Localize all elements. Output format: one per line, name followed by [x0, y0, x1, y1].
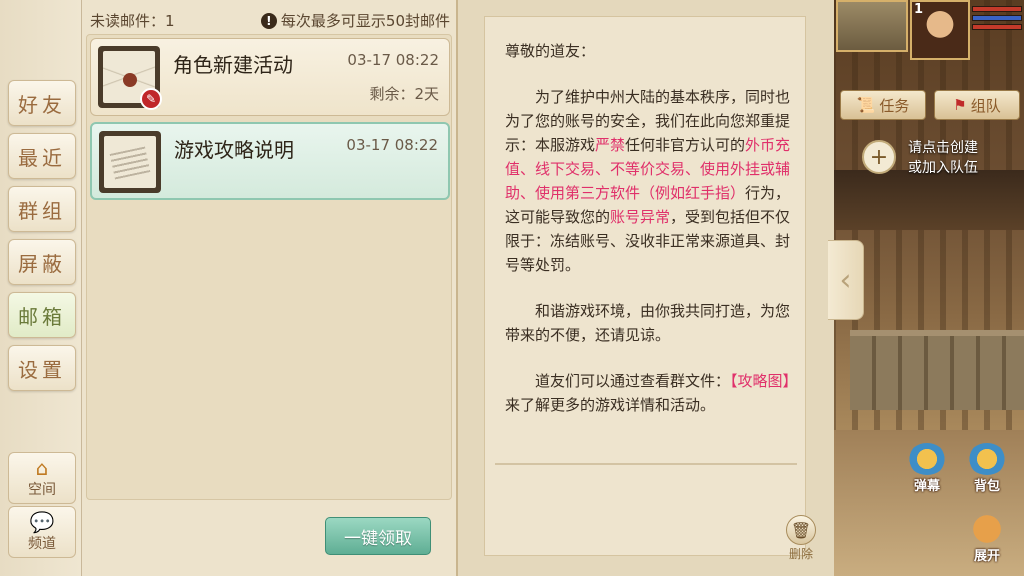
mail-item-role-event[interactable]: ✎ 角色新建活动 03-17 08:22 剩余：2天 [90, 38, 450, 116]
task-label: 任务 [879, 96, 910, 115]
channel-button[interactable]: 💬 频道 [8, 506, 76, 558]
stone-wall [850, 330, 1024, 410]
tab-settings[interactable]: 设置 [8, 345, 76, 391]
space-label: 空间 [28, 482, 56, 498]
mail-content-panel: 尊敬的道友： 为了维护中州大陆的基本秩序，同时也为了您的账号的安全，我们在此向您… [456, 0, 834, 576]
expand-icon [968, 513, 1006, 545]
letter-text: 尊敬的道友： 为了维护中州大陆的基本秩序，同时也为了您的账号的安全，我们在此向您… [505, 39, 799, 439]
warning-icon: ! [260, 12, 277, 29]
tab-mailbox[interactable]: 邮箱 [8, 292, 76, 338]
chevron-left-icon: ‹ [839, 262, 852, 298]
danmaku-label: 弹幕 [913, 479, 940, 494]
backpack-label: 背包 [973, 479, 1000, 494]
mail-remaining: 剩余：2天 [369, 85, 439, 103]
letter-paragraph-2: 和谐游戏环境，由你我共同打造，为您带来的不便，还请见谅。 [505, 302, 791, 344]
danmaku-button[interactable]: 弹幕 [902, 438, 952, 494]
mail-limit-notice: ! 每次最多可显示50封邮件 [260, 10, 450, 31]
tab-friends[interactable]: 好友 [8, 80, 76, 126]
danmaku-icon [908, 443, 946, 475]
mail-list[interactable]: ✎ 角色新建活动 03-17 08:22 剩余：2天 游戏攻略说明 03-17 … [86, 34, 452, 500]
letter-paragraph-1: 为了维护中州大陆的基本秩序，同时也为了您的账号的安全，我们在此向您郑重提示：本服… [505, 88, 791, 274]
flag-icon: ⚑ [953, 96, 967, 114]
mail-time: 03-17 08:22 [346, 136, 438, 154]
task-button[interactable]: 📜 任务 [840, 90, 926, 120]
mail-time: 03-17 08:22 [347, 51, 439, 69]
mail-limit-text: 每次最多可显示50封邮件 [280, 12, 450, 30]
collapse-panel-button[interactable]: ‹ [828, 240, 864, 320]
mail-list-panel: 未读邮件：1 ! 每次最多可显示50封邮件 ✎ 角色新建活动 03-17 08:… [82, 0, 456, 576]
unread-count: 未读邮件：1 [90, 12, 175, 30]
envelope-icon: ✎ [98, 46, 162, 110]
attachment-icon: ✎ [140, 88, 162, 110]
mail-item-guide[interactable]: 游戏攻略说明 03-17 08:22 [90, 122, 450, 200]
trash-icon: 🗑 [786, 515, 816, 545]
delete-button[interactable]: 🗑 删除 [783, 515, 819, 563]
backpack-icon [968, 443, 1006, 475]
house-icon: ⌂ [35, 456, 49, 480]
chat-bubble-icon: 💬 [29, 510, 55, 534]
letter-paragraph-3: 道友们可以通过查看群文件：【攻略图】来了解更多的游戏详情和活动。 [505, 372, 798, 414]
letter-greeting: 尊敬的道友： [505, 42, 596, 60]
expand-label: 展开 [973, 549, 1000, 564]
tab-blocked[interactable]: 屏蔽 [8, 239, 76, 285]
expand-button[interactable]: 展开 [962, 508, 1012, 564]
mail-title: 角色新建活动 [173, 53, 293, 77]
create-team-plus-button[interactable]: + [862, 140, 896, 174]
team-button[interactable]: ⚑ 组队 [934, 90, 1020, 120]
team-label: 组队 [970, 96, 1001, 115]
channel-label: 频道 [28, 536, 56, 552]
social-tab-column: 好友 最近 群组 屏蔽 邮箱 设置 ⌂ 空间 💬 频道 [0, 0, 82, 576]
mail-header: 未读邮件：1 ! 每次最多可显示50封邮件 [90, 10, 456, 32]
open-letter-icon [99, 131, 161, 193]
tab-recent[interactable]: 最近 [8, 133, 76, 179]
player-level: 1 [914, 2, 924, 17]
team-hint-line2: 或加入队伍 [908, 160, 978, 176]
tab-groups[interactable]: 群组 [8, 186, 76, 232]
backpack-button[interactable]: 背包 [962, 438, 1012, 494]
scroll-icon: 📜 [856, 96, 876, 114]
delete-label: 删除 [788, 547, 813, 561]
space-button[interactable]: ⌂ 空间 [8, 452, 76, 504]
hud-top-panel[interactable] [836, 0, 908, 52]
guide-link[interactable]: 【攻略图】 [730, 372, 798, 390]
team-hint: 请点击创建 或加入队伍 [908, 138, 978, 178]
content-divider [495, 463, 797, 465]
team-hint-line1: 请点击创建 [908, 140, 978, 156]
claim-all-button[interactable]: 一键领取 [325, 517, 431, 555]
mail-body[interactable]: 尊敬的道友： 为了维护中州大陆的基本秩序，同时也为了您的账号的安全，我们在此向您… [484, 16, 816, 561]
building-roof [830, 170, 1024, 230]
player-status-bars [972, 6, 1022, 33]
mail-title: 游戏攻略说明 [174, 138, 294, 162]
